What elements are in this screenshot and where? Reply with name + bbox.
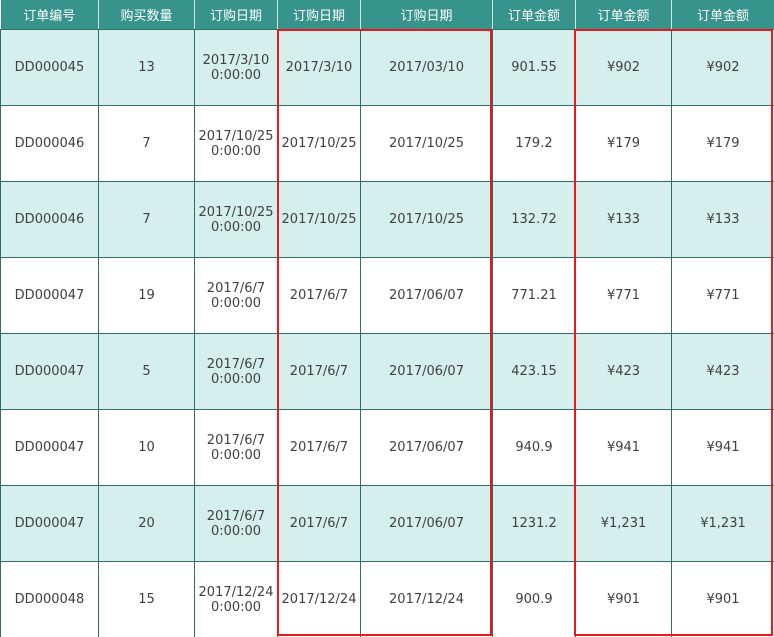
date-text: 2017/10/25 — [198, 204, 274, 220]
header-row: 订单编号 购买数量 订购日期 订购日期 订购日期 订单金额 订单金额 订单金额 — [0, 0, 774, 30]
date-text: 2017/6/7 — [206, 280, 266, 296]
cell-amount-yen-2[interactable]: ¥133 — [671, 181, 774, 258]
date-text: 2017/6/7 — [206, 432, 266, 448]
table-row: DD000047 10 2017/6/7 0:00:00 2017/6/7 201… — [0, 409, 774, 486]
cell-date-short[interactable]: 2017/6/7 — [277, 409, 361, 486]
cell-amount[interactable]: 423.15 — [492, 333, 576, 410]
cell-quantity[interactable]: 7 — [98, 105, 195, 182]
date-text: 2017/12/24 — [198, 584, 274, 600]
time-text: 0:00:00 — [210, 447, 262, 463]
date-text: 2017/6/7 — [206, 508, 266, 524]
cell-date-padded[interactable]: 2017/06/07 — [360, 333, 493, 410]
cell-quantity[interactable]: 19 — [98, 257, 195, 334]
order-table: 订单编号 购买数量 订购日期 订购日期 订购日期 订单金额 订单金额 订单金额 … — [0, 0, 774, 637]
cell-order-id[interactable]: DD000047 — [0, 409, 99, 486]
cell-order-id[interactable]: DD000047 — [0, 257, 99, 334]
header-amount-yen[interactable]: 订单金额 — [575, 0, 672, 30]
cell-order-id[interactable]: DD000045 — [0, 29, 99, 106]
cell-date-short[interactable]: 2017/6/7 — [277, 485, 361, 562]
time-text: 0:00:00 — [210, 219, 262, 235]
table-row: DD000047 5 2017/6/7 0:00:00 2017/6/7 2017… — [0, 333, 774, 410]
cell-amount-yen-2[interactable]: ¥902 — [671, 29, 774, 106]
cell-quantity[interactable]: 15 — [98, 561, 195, 637]
cell-order-id[interactable]: DD000048 — [0, 561, 99, 637]
cell-date-padded[interactable]: 2017/03/10 — [360, 29, 493, 106]
date-text: 2017/6/7 — [206, 356, 266, 372]
cell-order-id[interactable]: DD000047 — [0, 485, 99, 562]
cell-order-date[interactable]: 2017/6/7 0:00:00 — [194, 257, 278, 334]
cell-amount[interactable]: 901.55 — [492, 29, 576, 106]
cell-order-id[interactable]: DD000047 — [0, 333, 99, 410]
cell-date-short[interactable]: 2017/6/7 — [277, 333, 361, 410]
cell-order-date[interactable]: 2017/6/7 0:00:00 — [194, 485, 278, 562]
table-row: DD000046 7 2017/10/25 0:00:00 2017/10/25 … — [0, 181, 774, 258]
cell-amount-yen-2[interactable]: ¥423 — [671, 333, 774, 410]
cell-date-padded[interactable]: 2017/06/07 — [360, 409, 493, 486]
table-row: DD000045 13 2017/3/10 0:00:00 2017/3/10 2… — [0, 29, 774, 106]
cell-amount-yen[interactable]: ¥179 — [575, 105, 672, 182]
cell-date-padded[interactable]: 2017/06/07 — [360, 257, 493, 334]
cell-quantity[interactable]: 10 — [98, 409, 195, 486]
time-text: 0:00:00 — [210, 143, 262, 159]
cell-quantity[interactable]: 7 — [98, 181, 195, 258]
cell-amount[interactable]: 132.72 — [492, 181, 576, 258]
cell-amount-yen-2[interactable]: ¥1,231 — [671, 485, 774, 562]
cell-quantity[interactable]: 13 — [98, 29, 195, 106]
date-text: 2017/10/25 — [198, 128, 274, 144]
cell-amount[interactable]: 771.21 — [492, 257, 576, 334]
cell-amount-yen-2[interactable]: ¥771 — [671, 257, 774, 334]
spreadsheet-view: 订单编号 购买数量 订购日期 订购日期 订购日期 订单金额 订单金额 订单金额 … — [0, 0, 774, 637]
cell-date-padded[interactable]: 2017/06/07 — [360, 485, 493, 562]
header-order-date[interactable]: 订购日期 — [194, 0, 278, 30]
header-quantity[interactable]: 购买数量 — [98, 0, 195, 30]
header-order-date-short[interactable]: 订购日期 — [277, 0, 361, 30]
table-row: DD000046 7 2017/10/25 0:00:00 2017/10/25 … — [0, 105, 774, 182]
cell-amount[interactable]: 940.9 — [492, 409, 576, 486]
header-order-id[interactable]: 订单编号 — [0, 0, 99, 30]
cell-order-date[interactable]: 2017/6/7 0:00:00 — [194, 409, 278, 486]
cell-amount-yen[interactable]: ¥423 — [575, 333, 672, 410]
cell-amount-yen[interactable]: ¥941 — [575, 409, 672, 486]
cell-amount-yen[interactable]: ¥133 — [575, 181, 672, 258]
cell-date-short[interactable]: 2017/10/25 — [277, 105, 361, 182]
cell-order-id[interactable]: DD000046 — [0, 181, 99, 258]
cell-amount-yen[interactable]: ¥771 — [575, 257, 672, 334]
cell-amount-yen-2[interactable]: ¥179 — [671, 105, 774, 182]
cell-amount[interactable]: 1231.2 — [492, 485, 576, 562]
cell-order-date[interactable]: 2017/10/25 0:00:00 — [194, 181, 278, 258]
cell-date-short[interactable]: 2017/3/10 — [277, 29, 361, 106]
cell-order-date[interactable]: 2017/10/25 0:00:00 — [194, 105, 278, 182]
cell-order-date[interactable]: 2017/3/10 0:00:00 — [194, 29, 278, 106]
table-row: DD000047 20 2017/6/7 0:00:00 2017/6/7 201… — [0, 485, 774, 562]
table-row: DD000048 15 2017/12/24 0:00:00 2017/12/24… — [0, 561, 774, 637]
time-text: 0:00:00 — [210, 599, 262, 615]
date-text: 2017/3/10 — [202, 52, 270, 68]
cell-amount-yen[interactable]: ¥901 — [575, 561, 672, 637]
table-row: DD000047 19 2017/6/7 0:00:00 2017/6/7 201… — [0, 257, 774, 334]
cell-amount-yen-2[interactable]: ¥941 — [671, 409, 774, 486]
cell-date-short[interactable]: 2017/6/7 — [277, 257, 361, 334]
header-order-date-padded[interactable]: 订购日期 — [360, 0, 493, 30]
cell-order-date[interactable]: 2017/6/7 0:00:00 — [194, 333, 278, 410]
cell-date-padded[interactable]: 2017/10/25 — [360, 181, 493, 258]
header-amount[interactable]: 订单金额 — [492, 0, 576, 30]
cell-date-padded[interactable]: 2017/12/24 — [360, 561, 493, 637]
header-amount-yen-2[interactable]: 订单金额 — [671, 0, 774, 30]
cell-date-short[interactable]: 2017/12/24 — [277, 561, 361, 637]
cell-amount-yen-2[interactable]: ¥901 — [671, 561, 774, 637]
cell-amount-yen[interactable]: ¥902 — [575, 29, 672, 106]
cell-amount[interactable]: 900.9 — [492, 561, 576, 637]
cell-date-short[interactable]: 2017/10/25 — [277, 181, 361, 258]
cell-date-padded[interactable]: 2017/10/25 — [360, 105, 493, 182]
cell-amount[interactable]: 179.2 — [492, 105, 576, 182]
time-text: 0:00:00 — [210, 67, 262, 83]
time-text: 0:00:00 — [210, 523, 262, 539]
time-text: 0:00:00 — [210, 295, 262, 311]
cell-order-id[interactable]: DD000046 — [0, 105, 99, 182]
cell-amount-yen[interactable]: ¥1,231 — [575, 485, 672, 562]
cell-quantity[interactable]: 20 — [98, 485, 195, 562]
cell-order-date[interactable]: 2017/12/24 0:00:00 — [194, 561, 278, 637]
time-text: 0:00:00 — [210, 371, 262, 387]
cell-quantity[interactable]: 5 — [98, 333, 195, 410]
